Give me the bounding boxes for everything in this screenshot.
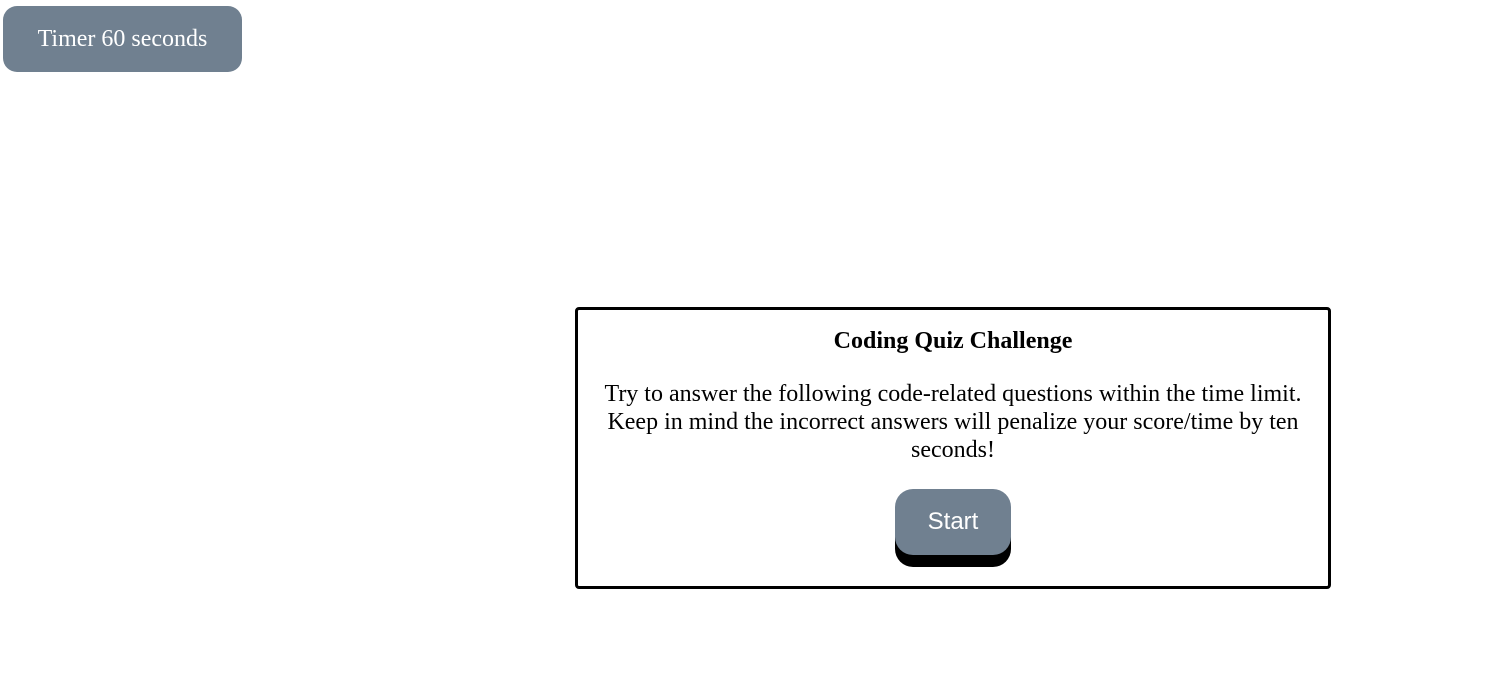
timer-label: Timer 60 seconds: [37, 25, 208, 52]
timer-display: Timer 60 seconds: [3, 6, 242, 72]
quiz-intro-card: Coding Quiz Challenge Try to answer the …: [575, 307, 1331, 589]
start-button-container: Start: [895, 489, 1011, 567]
quiz-description: Try to answer the following code-related…: [604, 381, 1302, 463]
quiz-title: Coding Quiz Challenge: [833, 328, 1073, 354]
start-button[interactable]: Start: [895, 489, 1011, 555]
